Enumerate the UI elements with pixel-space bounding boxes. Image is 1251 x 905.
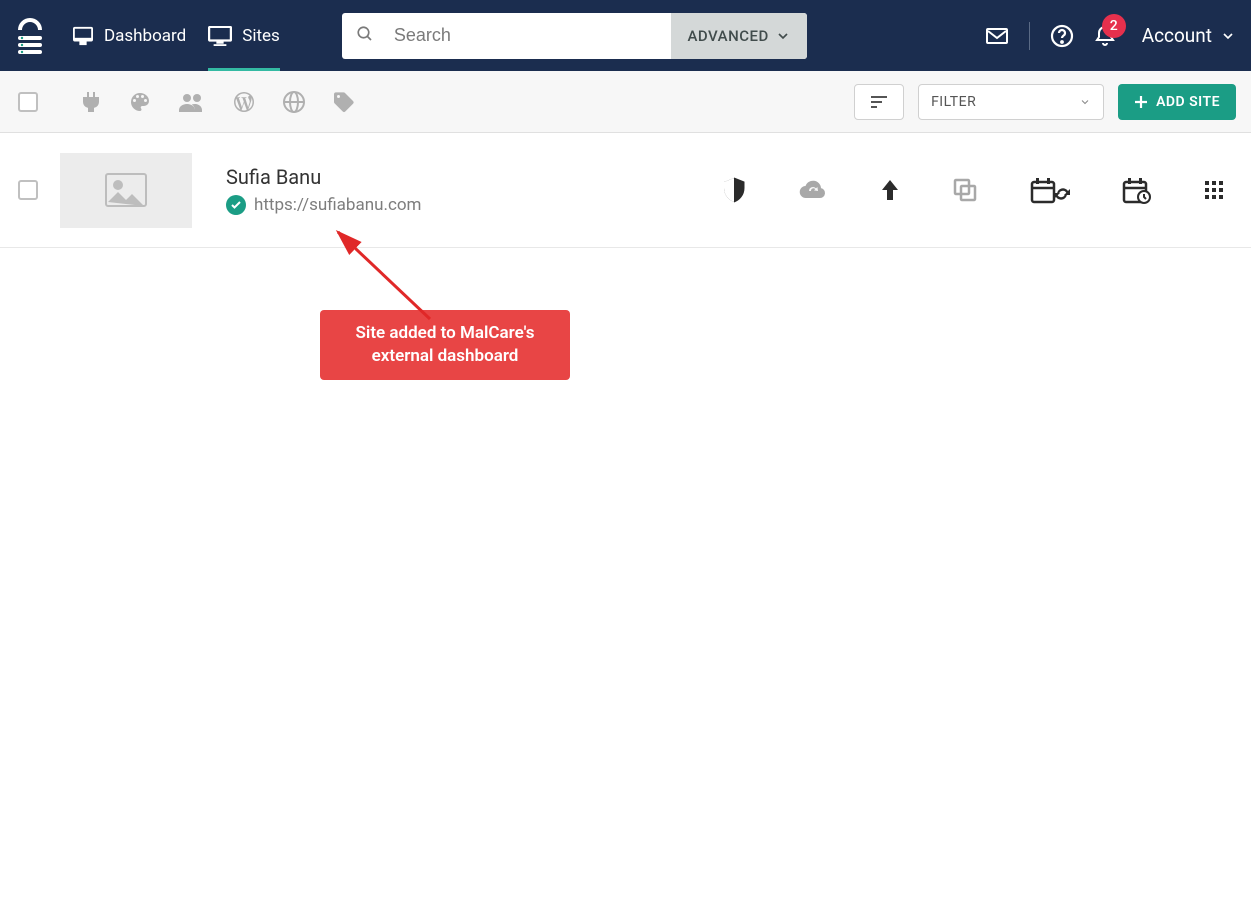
plus-icon — [1134, 95, 1148, 109]
add-site-button[interactable]: ADD SITE — [1118, 84, 1236, 120]
account-menu[interactable]: Account — [1142, 24, 1236, 47]
nav-dashboard[interactable]: Dashboard — [72, 0, 186, 71]
filter-dropdown[interactable]: FILTER — [918, 84, 1104, 120]
account-label: Account — [1142, 24, 1212, 47]
search-input[interactable] — [380, 13, 672, 59]
chevron-down-icon — [1079, 96, 1091, 108]
themes-icon[interactable] — [128, 90, 152, 114]
copy-icon[interactable] — [952, 177, 978, 203]
security-icon[interactable] — [722, 176, 746, 204]
annotation-callout: Site added to MalCare's external dashboa… — [320, 310, 570, 380]
nav-dashboard-label: Dashboard — [104, 26, 186, 46]
globe-icon[interactable] — [282, 90, 306, 114]
arrow-icon — [330, 224, 440, 324]
add-site-label: ADD SITE — [1156, 94, 1220, 110]
site-name: Sufia Banu — [226, 165, 421, 189]
site-row[interactable]: Sufia Banu https://sufiabanu.com — [0, 133, 1251, 248]
dashboard-icon — [72, 26, 94, 46]
site-actions — [722, 176, 1236, 204]
toolbar: FILTER ADD SITE — [0, 71, 1251, 133]
mail-icon[interactable] — [985, 26, 1009, 46]
notifications-badge: 2 — [1102, 14, 1126, 38]
plugins-icon[interactable] — [80, 90, 102, 114]
header-right-group: 2 Account — [985, 22, 1236, 50]
wordpress-icon[interactable] — [232, 90, 256, 114]
notifications-icon[interactable]: 2 — [1094, 24, 1116, 48]
sort-button[interactable] — [854, 84, 904, 120]
chevron-down-icon — [775, 28, 791, 44]
top-header: Dashboard Sites ADVANCED 2 — [0, 0, 1251, 71]
filter-label: FILTER — [931, 94, 976, 110]
search-bar: ADVANCED — [342, 13, 807, 59]
site-thumbnail[interactable] — [60, 153, 192, 228]
tag-icon[interactable] — [332, 90, 356, 114]
help-icon[interactable] — [1050, 24, 1074, 48]
select-all-checkbox[interactable] — [18, 92, 38, 112]
upload-icon[interactable] — [880, 178, 900, 202]
backup-cloud-icon[interactable] — [798, 179, 828, 201]
site-info: Sufia Banu https://sufiabanu.com — [226, 165, 421, 215]
sync-schedule-icon[interactable] — [1030, 176, 1070, 204]
advanced-label: ADVANCED — [687, 27, 768, 45]
users-icon[interactable] — [178, 90, 206, 114]
search-icon — [356, 25, 374, 47]
monitor-icon — [208, 26, 232, 46]
nav-sites[interactable]: Sites — [208, 0, 280, 71]
chevron-down-icon — [1220, 28, 1236, 44]
divider — [1029, 22, 1030, 50]
nav-sites-label: Sites — [242, 26, 280, 46]
apps-grid-icon[interactable] — [1204, 180, 1224, 200]
site-url[interactable]: https://sufiabanu.com — [254, 195, 421, 215]
advanced-search-button[interactable]: ADVANCED — [671, 13, 806, 59]
schedule-icon[interactable] — [1122, 176, 1152, 204]
image-placeholder-icon — [104, 172, 148, 208]
verified-icon — [226, 195, 246, 215]
app-logo[interactable] — [12, 16, 47, 56]
site-checkbox[interactable] — [18, 180, 38, 200]
